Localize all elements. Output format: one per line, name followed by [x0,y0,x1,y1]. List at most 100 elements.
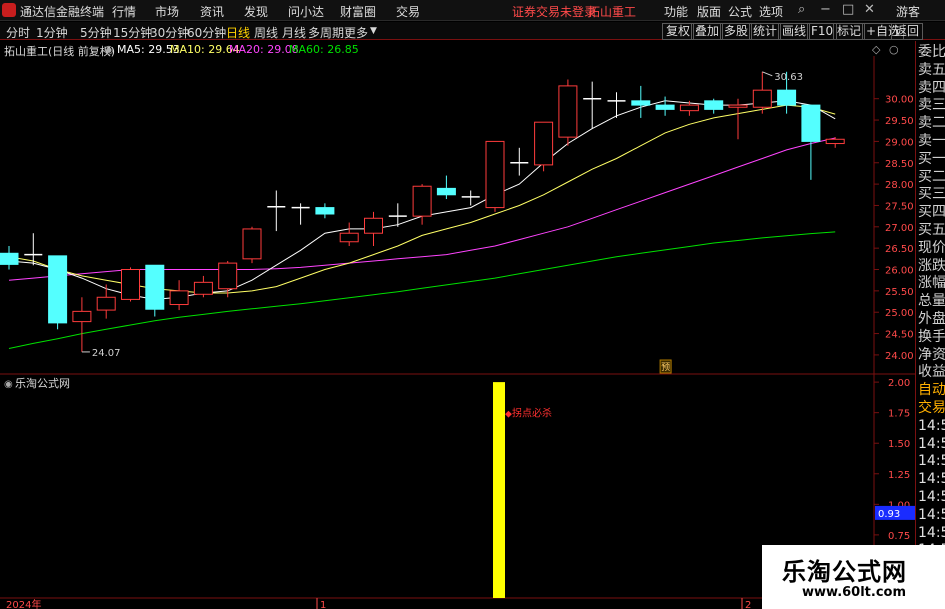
candle-body [534,121,554,166]
login-status[interactable]: 证券交易未登录 [512,3,596,20]
guest-label[interactable]: 游客 [896,3,920,20]
forecast-marker-label: 预 [661,362,670,373]
draw-line-button[interactable]: 画线 [778,23,811,40]
price-tick-label: 29.00 [885,137,914,148]
side-panel-label: 14:56 [918,435,945,452]
tab-5min[interactable]: 5分钟 [80,24,112,41]
side-panel-label[interactable]: 交易 [918,400,945,416]
menu-item-formula[interactable]: 公式 [728,3,752,20]
candle-body [364,217,383,234]
price-annotations: 30.63 24.07 预 [81,71,803,374]
candle-body [193,281,213,295]
multi-stock-button[interactable]: 多股 [720,23,753,40]
tab-monthly[interactable]: 月线 [282,24,306,41]
indicator-toggle-icon[interactable]: ◉ [4,379,13,390]
candle [704,98,724,114]
menu-item-options[interactable]: 选项 [759,3,783,20]
tab-15min[interactable]: 15分钟 [113,24,152,41]
more-chevron-icon[interactable]: ▼ [370,26,377,36]
candle-body [485,140,505,209]
side-panel-label: 总量 [918,293,945,310]
watermark-url: www.60lt.com [802,585,907,600]
tab-more[interactable]: 更多 [344,24,368,41]
tab-30min[interactable]: 30分钟 [150,24,189,41]
price-tick-label: 27.50 [885,201,914,212]
price-tick-label: 26.00 [885,266,914,277]
menu-item-trade[interactable]: 交易 [396,3,420,20]
candle-body [801,104,821,142]
close-icon[interactable]: ✕ [864,2,875,17]
high-pointer [762,71,773,77]
candle-body [242,228,262,260]
overlay-button[interactable]: 叠加 [691,23,724,40]
candle [752,71,772,114]
menu-item-news[interactable]: 资讯 [200,3,224,20]
back-button[interactable]: 返回 [891,23,924,40]
kline-chart[interactable]: 30.00 29.50 29.00 28.50 28.00 27.50 27.00 26.50… [0,56,915,609]
side-panel-label: 卖二 [918,115,945,132]
watermark: 乐淘公式网 www.60lt.com [762,545,945,609]
candle-body [679,104,699,112]
side-panel-label: 14:56 [918,471,945,488]
side-panel-label: 买三 [918,186,945,203]
candle-body [728,104,748,108]
candle [485,140,505,212]
side-panel-label[interactable]: 自动 [918,382,945,398]
menu-item-wealth[interactable]: 财富圈 [340,3,376,20]
indicator-tick-label: 0.75 [888,531,910,542]
candle [461,190,480,206]
search-icon[interactable]: ⌕ [798,2,805,17]
tab-daily[interactable]: 日线 [226,24,250,41]
candle [169,280,189,311]
date-axis: 2024年 1 2 [6,598,751,609]
candle [72,297,92,352]
candle [558,79,578,146]
side-panel-label: 涨幅 [918,275,945,292]
tab-60min[interactable]: 60分钟 [187,24,226,41]
price-tick-label: 28.50 [885,159,914,170]
settings-dot-icon[interactable]: ◉ [104,43,114,56]
menu-item-quotes[interactable]: 行情 [112,3,136,20]
tab-multi-period[interactable]: 多周期 [308,24,344,41]
menu-item-discover[interactable]: 发现 [244,3,268,20]
candle [145,264,165,317]
candle-body [218,262,238,290]
side-panel-label: 卖一 [918,133,945,149]
candle-body [412,185,432,217]
candle-body [339,232,359,243]
candle-body [752,89,772,108]
candlesticks [0,71,845,352]
menu-item-market[interactable]: 市场 [155,3,179,20]
candle-body [436,187,456,196]
candle [631,85,651,118]
candle-body [315,207,335,215]
tab-weekly[interactable]: 周线 [254,24,278,41]
menu-item-layout[interactable]: 版面 [697,3,721,20]
side-panel-label: 现价 [918,239,945,256]
statistics-button[interactable]: 统计 [749,23,782,40]
candle-body [121,269,140,300]
menu-bar: 通达信金融终端 行情 市场 资讯 发现 问小达 财富圈 交易 证券交易未登录 拓… [0,0,945,21]
side-panel-label: 买四 [918,204,945,221]
app-title: 通达信金融终端 [20,5,105,19]
diamond-icon[interactable]: ◇ [872,43,880,56]
side-panel-label: 买五 [918,222,945,238]
candle [339,222,359,247]
candle-body [169,290,189,306]
price-axis: 30.00 29.50 29.00 28.50 28.00 27.50 27.00 26.50… [874,95,914,362]
indicator-tick-label: 1.25 [888,470,910,481]
side-panel-label: 买一 [918,150,945,167]
menu-item-function[interactable]: 功能 [664,3,688,20]
restore-icon[interactable]: □ [842,2,854,17]
tab-intraday[interactable]: 分时 [6,24,30,41]
tab-1min[interactable]: 1分钟 [36,24,68,41]
side-panel-label: 14:56 [918,453,945,470]
price-tick-label: 30.00 [885,95,914,106]
candle-body [96,296,116,311]
menu-item-ask[interactable]: 问小达 [288,3,324,20]
candle-body [631,100,651,106]
mark-button[interactable]: 标记 [833,23,866,40]
adjust-button[interactable]: 复权 [662,23,695,40]
expand-icon[interactable]: ○ [889,43,899,56]
minimize-icon[interactable]: − [820,2,831,17]
